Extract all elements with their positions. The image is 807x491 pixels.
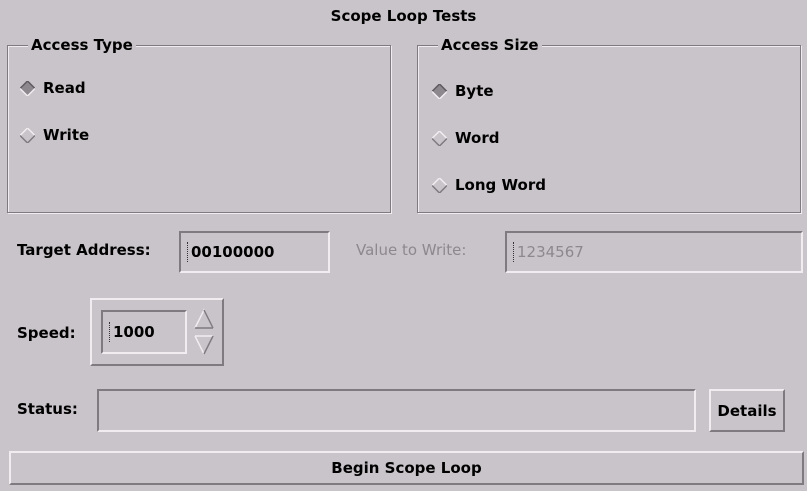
access-size-group: Access Size Byte Word Long Word [417, 35, 801, 213]
radio-write[interactable]: Write [20, 126, 89, 144]
radio-unselected-icon [432, 177, 447, 193]
radio-read[interactable]: Read [20, 79, 86, 97]
begin-scope-loop-button[interactable]: Begin Scope Loop [9, 451, 804, 485]
target-address-value: 00100000 [191, 243, 275, 261]
radio-byte[interactable]: Byte [432, 82, 494, 100]
text-cursor [187, 242, 190, 262]
arrow-up-icon [194, 308, 214, 329]
speed-increment-button[interactable] [193, 308, 215, 330]
radio-unselected-icon [432, 130, 447, 146]
status-field [97, 389, 696, 432]
target-address-label: Target Address: [17, 241, 151, 259]
details-button-label: Details [717, 401, 777, 420]
radio-word[interactable]: Word [432, 129, 499, 147]
speed-spinbox: 1000 [90, 298, 224, 366]
value-to-write-input[interactable]: 1234567 [505, 231, 803, 273]
radio-read-label: Read [43, 79, 86, 97]
access-type-legend: Access Type [28, 35, 136, 55]
access-size-legend: Access Size [438, 35, 542, 55]
text-cursor [513, 242, 516, 262]
radio-selected-icon [432, 83, 447, 99]
value-to-write-value: 1234567 [517, 243, 584, 261]
radio-word-label: Word [455, 129, 500, 147]
status-label: Status: [17, 400, 78, 418]
radio-unselected-icon [20, 127, 35, 143]
speed-decrement-button[interactable] [193, 334, 215, 356]
arrow-down-icon [194, 335, 214, 355]
text-cursor [109, 322, 112, 342]
value-to-write-label: Value to Write: [356, 241, 467, 259]
dialog-title: Scope Loop Tests [0, 0, 807, 32]
radio-long-word-label: Long Word [455, 176, 546, 194]
target-address-input[interactable]: 00100000 [179, 231, 330, 273]
begin-scope-loop-label: Begin Scope Loop [331, 459, 482, 477]
speed-input[interactable]: 1000 [101, 310, 187, 354]
radio-selected-icon [20, 80, 35, 96]
radio-long-word[interactable]: Long Word [432, 176, 546, 194]
access-type-group: Access Type Read Write [7, 35, 391, 213]
speed-label: Speed: [17, 324, 76, 342]
speed-value: 1000 [113, 323, 155, 341]
radio-write-label: Write [43, 126, 90, 144]
dialog-title-text: Scope Loop Tests [330, 7, 477, 25]
radio-byte-label: Byte [455, 82, 494, 100]
details-button[interactable]: Details [709, 389, 785, 432]
